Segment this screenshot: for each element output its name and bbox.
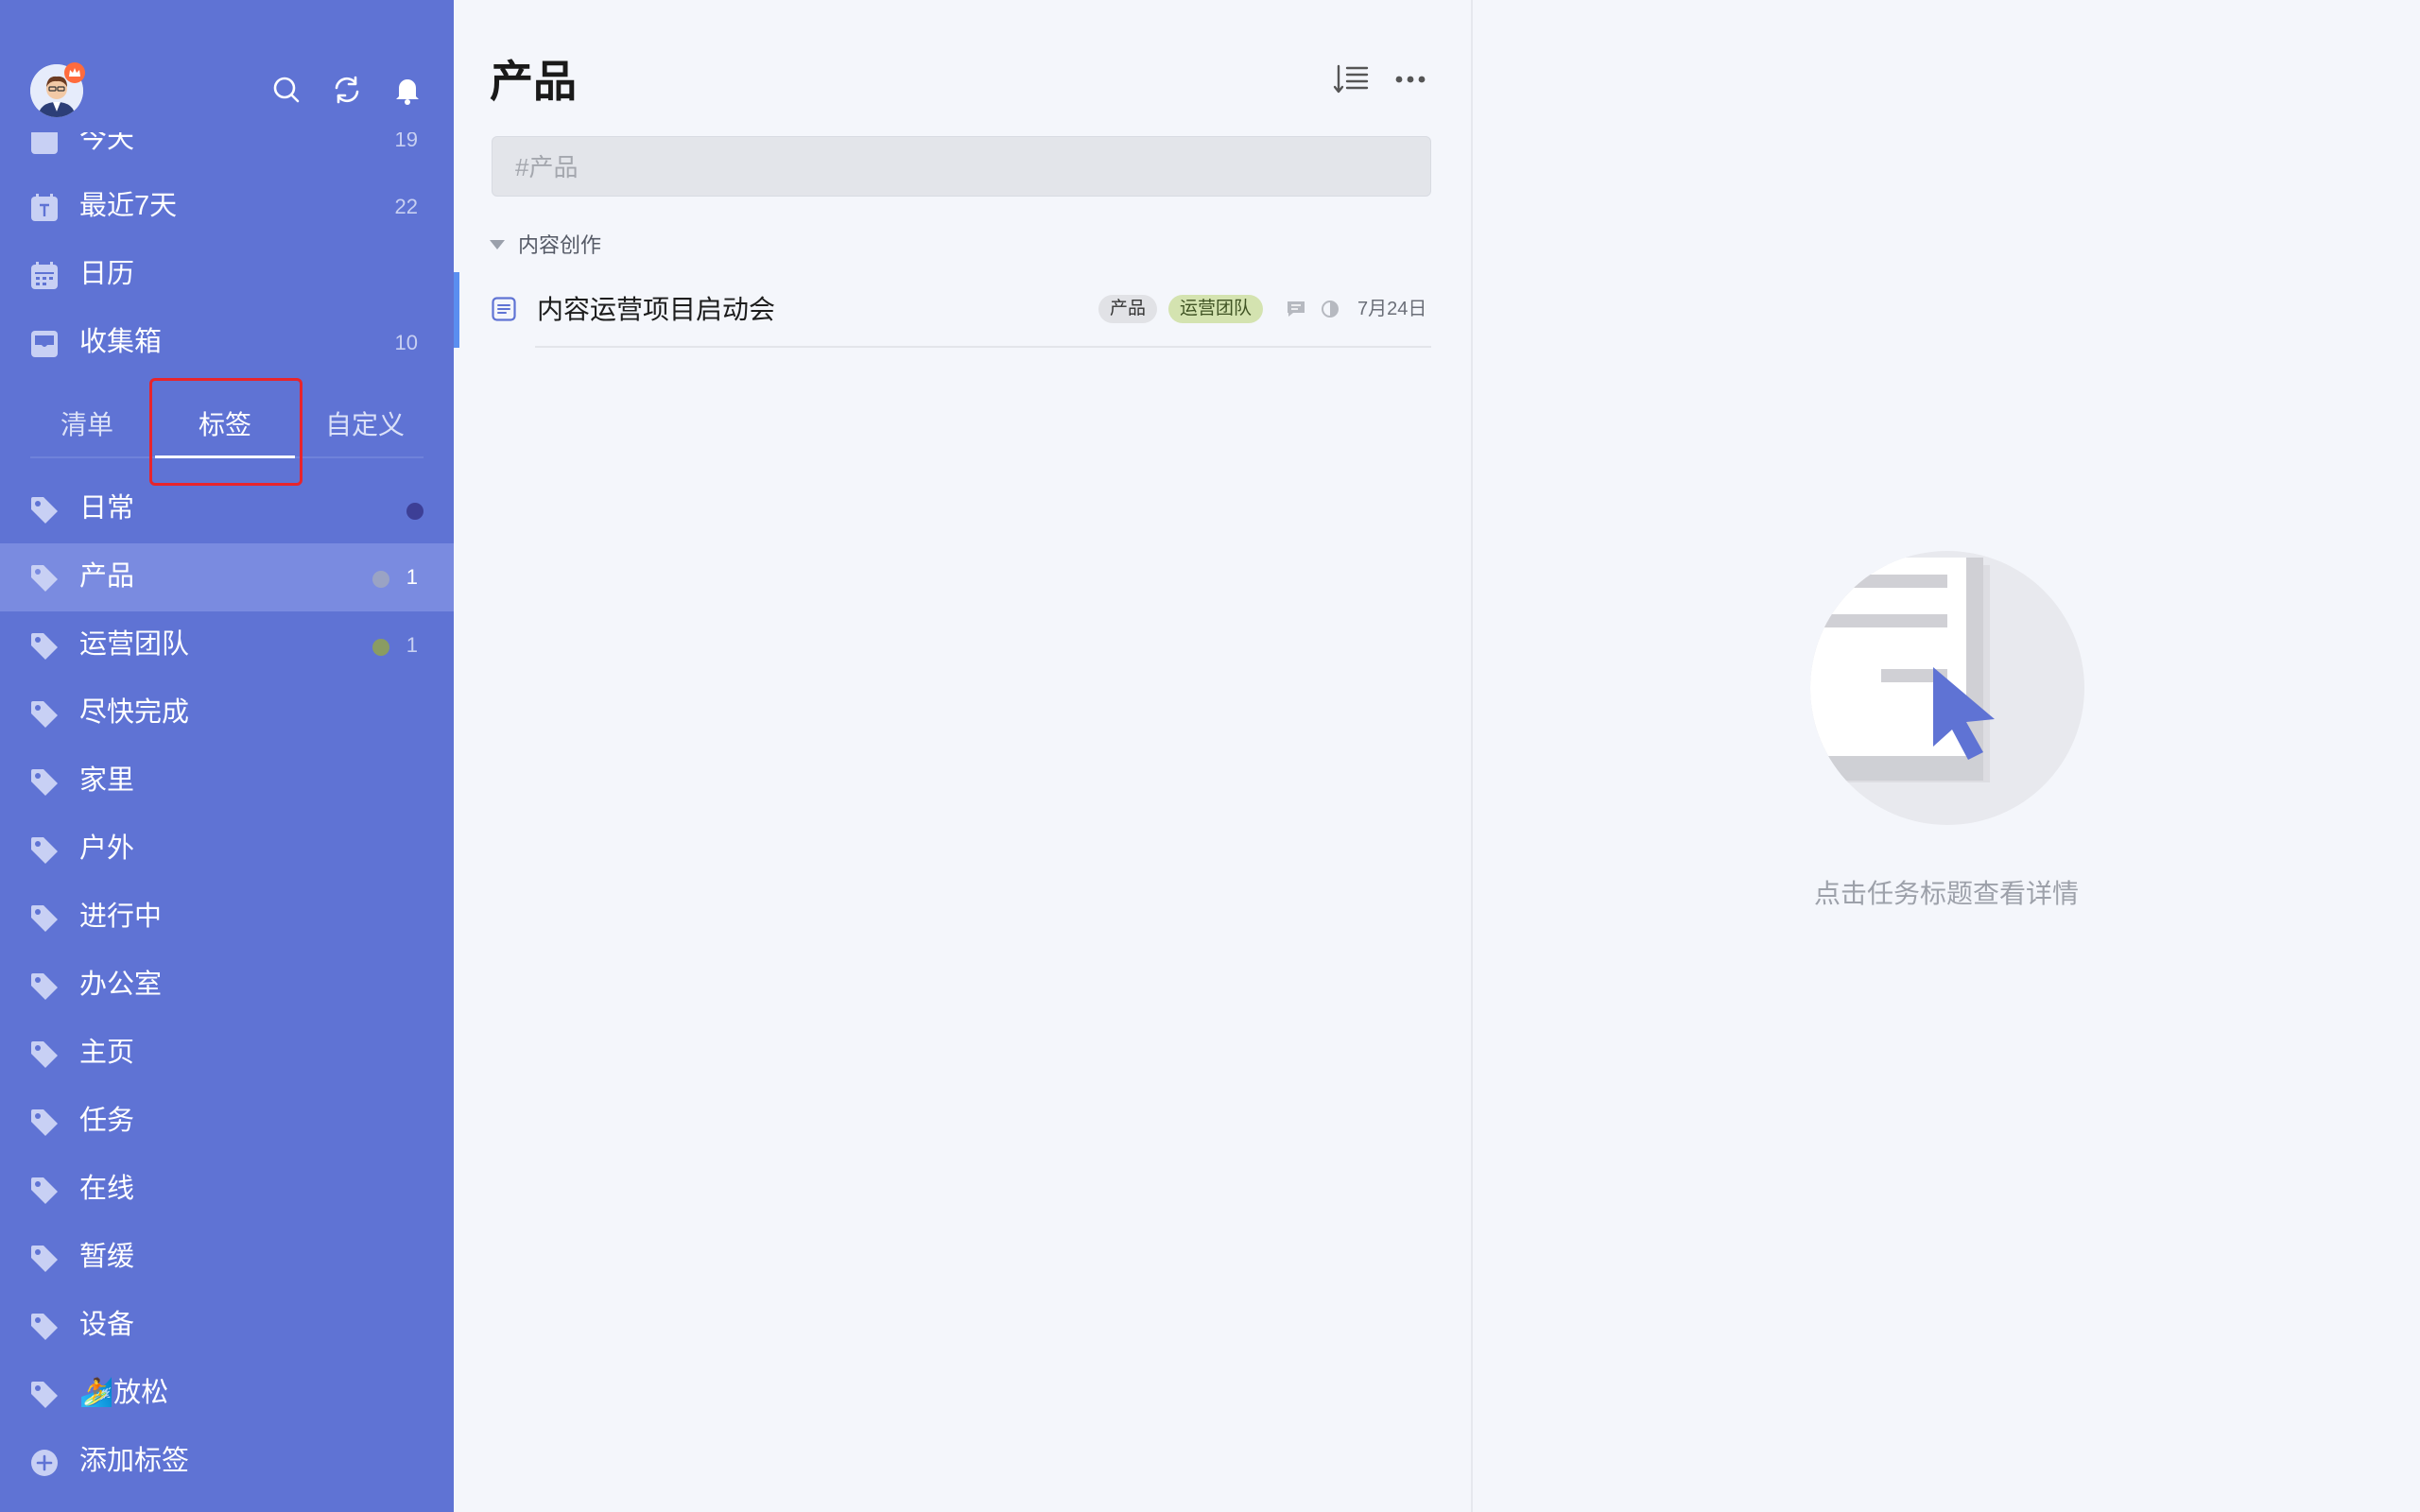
tab-lists[interactable]: 清单 bbox=[60, 406, 113, 444]
sidebar: 今天 19 最近7天 22 日历 收集箱 10 清单 标签 自定义 日常 产品 … bbox=[0, 0, 454, 1512]
sort-icon[interactable] bbox=[1333, 62, 1371, 96]
search-icon[interactable] bbox=[270, 74, 302, 106]
tag-label: 进行中 bbox=[79, 902, 163, 932]
tag-icon bbox=[31, 1109, 58, 1136]
selected-indicator bbox=[454, 272, 459, 348]
tag-color-dot bbox=[372, 571, 389, 588]
tag-icon bbox=[31, 565, 58, 592]
empty-state-illustration bbox=[1810, 551, 2084, 825]
tag-color-dot bbox=[372, 639, 389, 656]
add-circle-icon bbox=[31, 1450, 58, 1476]
task-tag-chip[interactable]: 产品 bbox=[1098, 295, 1158, 323]
sidebar-tag-item[interactable]: 🏄放松 bbox=[0, 1360, 454, 1428]
sidebar-tag-item[interactable]: 主页 bbox=[0, 1020, 454, 1088]
sidebar-tag-item[interactable]: 设备 bbox=[0, 1292, 454, 1360]
sync-icon[interactable] bbox=[331, 74, 363, 106]
sidebar-item-count: 22 bbox=[394, 195, 418, 218]
tag-label: 户外 bbox=[79, 833, 135, 864]
inbox-icon bbox=[31, 331, 58, 357]
sidebar-item-next-7-days[interactable]: 最近7天 22 bbox=[0, 173, 454, 241]
comment-icon bbox=[1288, 301, 1305, 317]
sidebar-tag-item[interactable]: 运营团队 1 bbox=[0, 611, 454, 679]
task-row[interactable]: 内容运营项目启动会 产品 运营团队 7月24日 bbox=[454, 272, 1471, 348]
tag-icon bbox=[31, 1246, 58, 1272]
sidebar-item-label: 日历 bbox=[79, 259, 135, 289]
sidebar-tag-item[interactable]: 在线 bbox=[0, 1156, 454, 1224]
tag-label: 家里 bbox=[79, 765, 135, 796]
premium-crown-icon bbox=[64, 62, 85, 83]
sidebar-tag-item[interactable]: 暂缓 bbox=[0, 1224, 454, 1292]
sidebar-item-label: 最近7天 bbox=[79, 191, 178, 221]
tag-label: 办公室 bbox=[79, 970, 163, 1000]
sidebar-tag-item[interactable]: 任务 bbox=[0, 1088, 454, 1156]
tag-icon bbox=[31, 1382, 58, 1408]
sidebar-tag-item[interactable]: 进行中 bbox=[0, 884, 454, 952]
sidebar-tag-item[interactable]: 办公室 bbox=[0, 952, 454, 1020]
sidebar-tag-item[interactable]: 日常 bbox=[0, 475, 454, 543]
task-title[interactable]: 内容运营项目启动会 bbox=[537, 291, 775, 329]
tag-icon bbox=[31, 633, 58, 660]
tag-label: 暂缓 bbox=[79, 1242, 135, 1272]
tag-label: 日常 bbox=[79, 493, 135, 524]
sidebar-item-label: 收集箱 bbox=[79, 327, 163, 357]
sidebar-item-count: 10 bbox=[394, 331, 418, 354]
tag-icon bbox=[31, 1314, 58, 1340]
task-detail-panel: 点击任务标题查看详情 bbox=[1473, 0, 2420, 1512]
caret-down-icon[interactable] bbox=[490, 240, 505, 249]
sidebar-tag-item[interactable]: 家里 bbox=[0, 747, 454, 816]
bell-icon[interactable] bbox=[391, 74, 424, 106]
tag-icon bbox=[31, 769, 58, 796]
tag-count: 1 bbox=[406, 565, 418, 589]
row-divider bbox=[535, 346, 1431, 348]
tag-count: 1 bbox=[406, 633, 418, 657]
tag-icon bbox=[31, 1177, 58, 1204]
empty-state-text: 点击任务标题查看详情 bbox=[1813, 879, 2079, 908]
half-progress-icon bbox=[1322, 301, 1339, 318]
tag-icon bbox=[31, 1041, 58, 1068]
tab-custom[interactable]: 自定义 bbox=[325, 406, 405, 444]
tag-label: 主页 bbox=[79, 1038, 135, 1068]
sidebar-topbar bbox=[0, 0, 454, 132]
tag-label: 运营团队 bbox=[79, 629, 190, 660]
sidebar-tag-item[interactable]: 户外 bbox=[0, 816, 454, 884]
tag-label: 在线 bbox=[79, 1174, 135, 1204]
tag-icon bbox=[31, 837, 58, 864]
add-tag-label: 添加标签 bbox=[79, 1446, 190, 1476]
sidebar-tag-item[interactable]: 尽快完成 bbox=[0, 679, 454, 747]
quick-add-field[interactable] bbox=[492, 136, 1431, 198]
sidebar-item-inbox[interactable]: 收集箱 10 bbox=[0, 309, 454, 377]
sidebar-tag-item-selected[interactable]: 产品 1 bbox=[0, 543, 454, 611]
more-icon[interactable] bbox=[1393, 66, 1427, 93]
tag-label: 产品 bbox=[79, 561, 135, 592]
calendar-icon bbox=[31, 262, 58, 289]
tag-label: 任务 bbox=[79, 1106, 135, 1136]
page-title: 产品 bbox=[490, 57, 577, 106]
highlight-annotation bbox=[149, 378, 302, 486]
tag-label: 设备 bbox=[79, 1310, 135, 1340]
tag-label: 🏄放松 bbox=[79, 1378, 169, 1408]
checklist-icon[interactable] bbox=[492, 297, 516, 321]
sidebar-item-calendar[interactable]: 日历 bbox=[0, 241, 454, 309]
task-list-panel: 产品 内容创作 内容运营项目启动会 产品 运营团队 7月24日 bbox=[454, 0, 1471, 1512]
calendar-week-icon bbox=[31, 194, 58, 221]
tag-icon bbox=[31, 701, 58, 728]
tag-icon bbox=[31, 905, 58, 932]
tag-label: 尽快完成 bbox=[79, 697, 190, 728]
task-tag-chip[interactable]: 运营团队 bbox=[1168, 295, 1264, 323]
add-tag-button[interactable]: 添加标签 bbox=[0, 1428, 454, 1496]
tag-icon bbox=[31, 973, 58, 1000]
tag-color-dot bbox=[406, 503, 424, 520]
quick-add-input[interactable] bbox=[513, 137, 1406, 198]
task-due-date[interactable]: 7月24日 bbox=[1357, 293, 1426, 325]
section-label: 内容创作 bbox=[518, 233, 602, 257]
tag-icon bbox=[31, 497, 58, 524]
